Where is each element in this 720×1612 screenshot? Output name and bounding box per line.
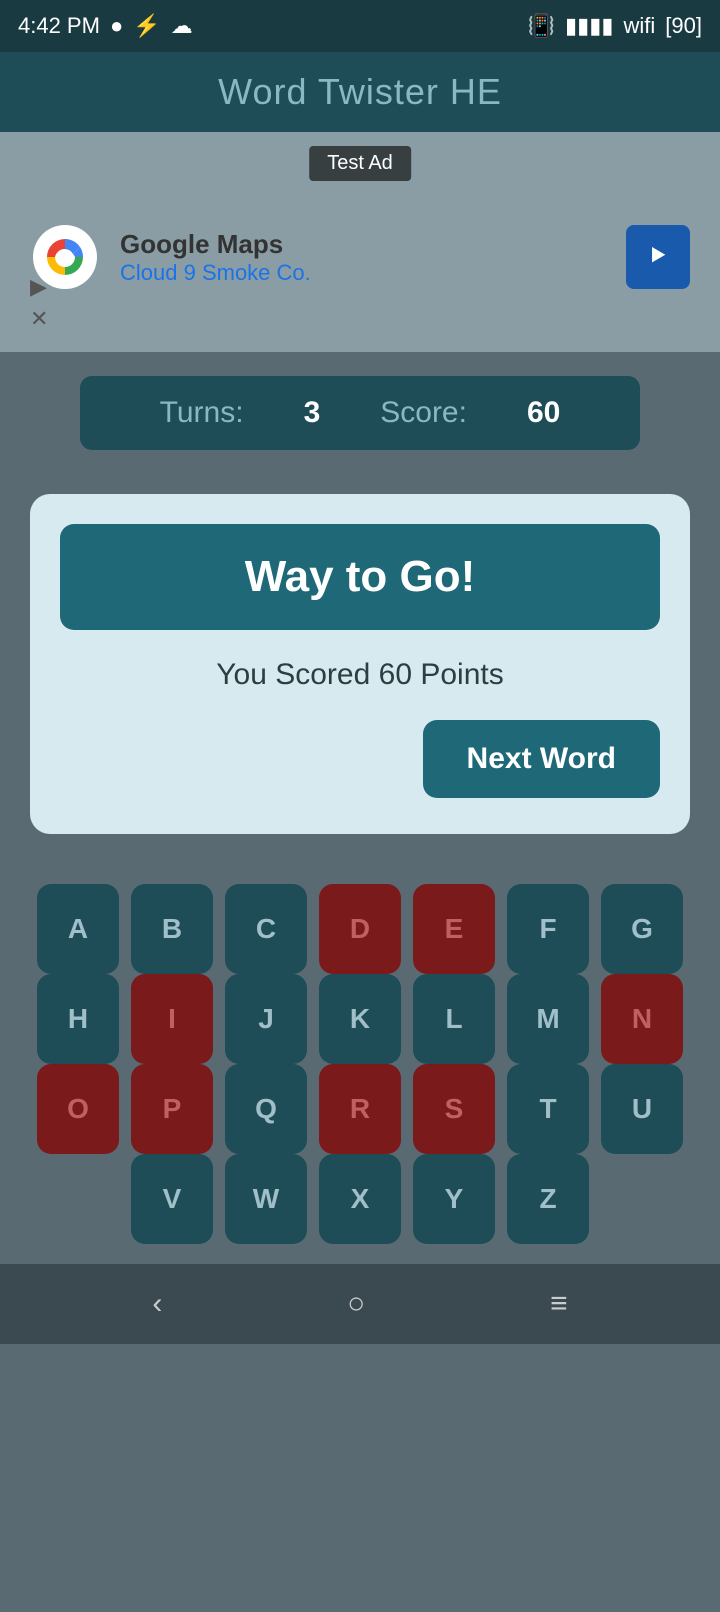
whatsapp-icon: ● (110, 13, 123, 39)
score-value: 60 (527, 396, 560, 430)
nav-bar: ‹ ○ ≡ (0, 1264, 720, 1344)
key-z[interactable]: Z (507, 1154, 589, 1244)
modal-header: Way to Go! (60, 524, 660, 630)
ad-banner: Test Ad Google Maps Cloud 9 Smoke Co. ⯈ … (0, 132, 720, 352)
score-label: Score: (380, 396, 467, 430)
key-i[interactable]: I (131, 974, 213, 1064)
vibrate-icon: 📳 (528, 13, 555, 39)
status-bar: 4:42 PM ● ⚡ ☁ 📳 ▮▮▮▮ wifi [90] (0, 0, 720, 52)
score-bar-container: Turns: 3 Score: 60 (0, 352, 720, 474)
key-t[interactable]: T (507, 1064, 589, 1154)
key-p[interactable]: P (131, 1064, 213, 1154)
key-s[interactable]: S (413, 1064, 495, 1154)
modal-footer: Next Word (60, 720, 660, 798)
ad-content: Google Maps Cloud 9 Smoke Co. ⯈ (0, 222, 720, 292)
key-c[interactable]: C (225, 884, 307, 974)
ad-controls: ▶ ✕ (30, 274, 48, 332)
time-display: 4:42 PM (18, 13, 100, 39)
status-left: 4:42 PM ● ⚡ ☁ (18, 13, 193, 39)
key-k[interactable]: K (319, 974, 401, 1064)
ad-text: Google Maps Cloud 9 Smoke Co. (120, 229, 311, 286)
signal-icon: ▮▮▮▮ (565, 13, 613, 39)
key-m[interactable]: M (507, 974, 589, 1064)
modal: Way to Go! You Scored 60 Points Next Wor… (30, 494, 690, 834)
keyboard-row-3: VWXYZ (16, 1154, 704, 1244)
key-u[interactable]: U (601, 1064, 683, 1154)
title-bar: Word Twister HE (0, 52, 720, 132)
status-right: 📳 ▮▮▮▮ wifi [90] (528, 13, 702, 39)
keyboard-container: ABCDEFGHIJKLMNOPQRSTUVWXYZ (0, 864, 720, 1264)
key-v[interactable]: V (131, 1154, 213, 1244)
keyboard: ABCDEFGHIJKLMNOPQRSTUVWXYZ (16, 884, 704, 1244)
keyboard-row-0: ABCDEFG (16, 884, 704, 974)
modal-container: Way to Go! You Scored 60 Points Next Wor… (0, 474, 720, 864)
modal-score-text: You Scored 60 Points (60, 658, 660, 692)
key-n[interactable]: N (601, 974, 683, 1064)
key-b[interactable]: B (131, 884, 213, 974)
wifi-icon: wifi (623, 13, 655, 39)
next-word-button[interactable]: Next Word (423, 720, 660, 798)
ad-subtitle: Cloud 9 Smoke Co. (120, 260, 311, 286)
key-d[interactable]: D (319, 884, 401, 974)
modal-title: Way to Go! (245, 552, 476, 601)
cloud-icon: ☁ (171, 13, 193, 39)
key-o[interactable]: O (37, 1064, 119, 1154)
home-button[interactable]: ○ (347, 1287, 365, 1321)
key-y[interactable]: Y (413, 1154, 495, 1244)
key-x[interactable]: X (319, 1154, 401, 1244)
key-g[interactable]: G (601, 884, 683, 974)
battery-display: [90] (665, 13, 702, 39)
ad-close-icon[interactable]: ✕ (30, 306, 48, 332)
key-l[interactable]: L (413, 974, 495, 1064)
key-w[interactable]: W (225, 1154, 307, 1244)
usb-icon: ⚡ (133, 13, 160, 39)
turns-label: Turns: (160, 396, 244, 430)
turns-value: 3 (304, 396, 321, 430)
back-button[interactable]: ‹ (152, 1287, 162, 1321)
keyboard-row-1: HIJKLMN (16, 974, 704, 1064)
key-h[interactable]: H (37, 974, 119, 1064)
key-f[interactable]: F (507, 884, 589, 974)
app-title: Word Twister HE (218, 71, 502, 113)
key-a[interactable]: A (37, 884, 119, 974)
ad-left: Google Maps Cloud 9 Smoke Co. (30, 222, 311, 292)
keyboard-row-2: OPQRSTU (16, 1064, 704, 1154)
ad-label: Test Ad (309, 146, 411, 181)
ad-navigation-icon[interactable]: ⯈ (626, 225, 690, 289)
key-j[interactable]: J (225, 974, 307, 1064)
ad-play-icon[interactable]: ▶ (30, 274, 48, 300)
ad-company-name: Google Maps (120, 229, 311, 260)
menu-button[interactable]: ≡ (550, 1287, 568, 1321)
key-e[interactable]: E (413, 884, 495, 974)
key-q[interactable]: Q (225, 1064, 307, 1154)
key-r[interactable]: R (319, 1064, 401, 1154)
score-bar: Turns: 3 Score: 60 (80, 376, 640, 450)
